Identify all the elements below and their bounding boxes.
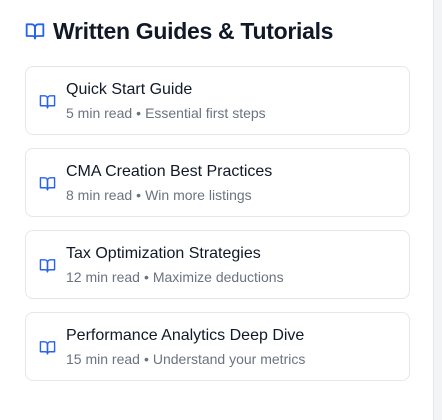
section-title: Written Guides & Tutorials	[53, 17, 334, 44]
meta-separator: •	[136, 105, 142, 121]
meta-separator: •	[143, 351, 149, 367]
guide-card-cma-best-practices[interactable]: CMA Creation Best Practices 8 min read • W…	[25, 148, 410, 217]
guide-read-time: 12 min read	[66, 269, 140, 285]
open-book-icon	[38, 174, 56, 192]
open-book-icon	[38, 256, 56, 274]
guide-title: CMA Creation Best Practices	[66, 163, 273, 180]
guide-meta: 5 min read • Essential first steps	[66, 105, 266, 121]
guide-meta: 15 min read • Understand your metrics	[66, 351, 305, 367]
guide-title: Tax Optimization Strategies	[66, 245, 261, 262]
section-header: Written Guides & Tutorials	[24, 14, 333, 48]
guide-meta: 12 min read • Maximize deductions	[66, 269, 284, 285]
open-book-icon	[38, 338, 56, 356]
guide-card-performance-analytics[interactable]: Performance Analytics Deep Dive 15 min r…	[25, 312, 410, 381]
guide-description: Understand your metrics	[152, 351, 306, 367]
guide-meta: 8 min read • Win more listings	[66, 187, 252, 203]
guide-read-time: 8 min read	[66, 187, 133, 203]
guide-read-time: 5 min read	[66, 105, 133, 121]
guide-title: Performance Analytics Deep Dive	[66, 327, 305, 344]
open-book-icon	[24, 20, 46, 42]
meta-separator: •	[136, 187, 142, 203]
guide-title: Quick Start Guide	[66, 81, 193, 98]
guide-card-quick-start[interactable]: Quick Start Guide 5 min read • Essential f…	[25, 66, 410, 135]
guide-description: Win more listings	[145, 187, 252, 203]
guide-read-time: 15 min read	[66, 351, 140, 367]
guide-card-tax-optimization[interactable]: Tax Optimization Strategies 12 min read •…	[25, 230, 410, 299]
meta-separator: •	[143, 269, 149, 285]
guide-description: Maximize deductions	[152, 269, 284, 285]
open-book-icon	[38, 92, 56, 110]
written-guides-panel: Written Guides & Tutorials Quick Start G…	[0, 0, 434, 420]
guide-description: Essential first steps	[145, 105, 266, 121]
